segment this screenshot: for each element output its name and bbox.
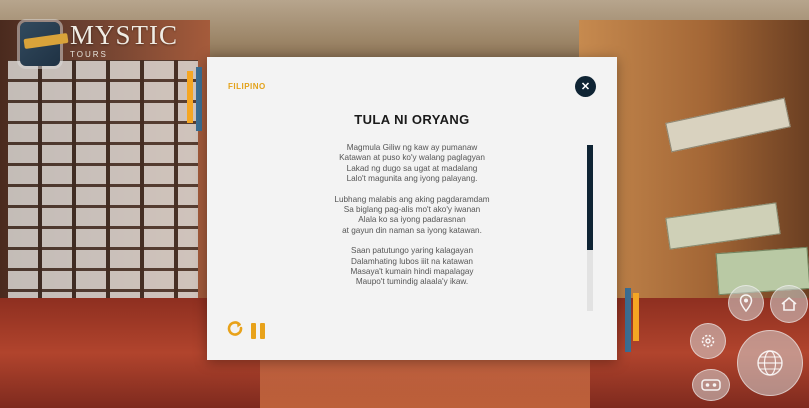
poem-line: Magmula Giliw ng kaw ay pumanaw: [346, 143, 478, 152]
poem-line: Katawan at puso ko'y walang paglagyan: [339, 153, 485, 163]
brand-logo: MYSTIC TOURS: [20, 22, 178, 66]
accent-bar-right-blue: [625, 288, 631, 352]
display-shelves: [8, 60, 198, 310]
accent-bar-left-blue: [196, 67, 202, 131]
poem-line: Lakad ng dugo sa ugat at madalang: [346, 163, 478, 173]
poem-line: Lubhang malabis ang aking pagdaramdam: [334, 194, 490, 204]
settings-icon: [701, 334, 715, 348]
pause-icon[interactable]: [251, 322, 269, 339]
globe-button[interactable]: [737, 330, 803, 396]
poem-line: Masaya't kumain hindi mapalagay: [350, 267, 474, 277]
poem-line: Maupo't tumindig alaala'y ikaw.: [355, 277, 469, 287]
pause-bar: [260, 322, 265, 339]
poem-line: Dalamhating lubos iiit na katawan: [351, 256, 473, 266]
language-tab[interactable]: FILIPINO: [228, 82, 266, 91]
poem-stanza: Saan patutungo yaring kalagayan Dalamhat…: [267, 246, 557, 288]
close-button[interactable]: ✕: [575, 76, 596, 97]
poem-title: TULA NI ORYANG: [354, 112, 470, 127]
globe-icon: [757, 350, 783, 376]
poem-stanza: Lubhang malabis ang aking pagdaramdam Sa…: [267, 195, 557, 237]
scrollbar-thumb[interactable]: [587, 145, 593, 250]
accent-bar-right: [633, 293, 639, 341]
poem-line: Sa biglang pag-alis mo't ako'y iwanan: [343, 205, 481, 215]
location-pin-icon: [739, 294, 753, 312]
settings-button[interactable]: [690, 323, 726, 359]
vr-headset-icon: [701, 379, 721, 391]
close-icon: ✕: [580, 81, 591, 93]
poem-text: Magmula Giliw ng kaw ay pumanaw Katawan …: [267, 143, 557, 307]
poem-line: at gayun din naman sa iyong katawan.: [342, 225, 482, 235]
audio-controls: [227, 320, 269, 341]
brand-name: MYSTIC: [70, 20, 179, 50]
poem-modal: FILIPINO ✕ TULA NI ORYANG Magmula Giliw …: [207, 57, 617, 360]
poem-line: Saan patutungo yaring kalagayan: [351, 246, 473, 256]
home-icon: [781, 296, 797, 311]
logo-text: MYSTIC TOURS: [70, 22, 178, 59]
logo-mark: [20, 22, 60, 66]
location-button[interactable]: [728, 285, 764, 321]
accent-bar-left: [187, 71, 193, 123]
pause-bar: [251, 322, 256, 339]
poem-line: Lalo't magunita ang iyong palayang.: [346, 174, 478, 184]
home-button[interactable]: [770, 285, 808, 323]
replay-icon[interactable]: [227, 320, 243, 341]
poem-stanza: Magmula Giliw ng kaw ay pumanaw Katawan …: [267, 143, 557, 185]
brand-tagline: TOURS: [70, 50, 108, 59]
vr-button[interactable]: [692, 369, 730, 401]
poem-line: Alala ko sa iyong padarasnan: [358, 215, 466, 225]
